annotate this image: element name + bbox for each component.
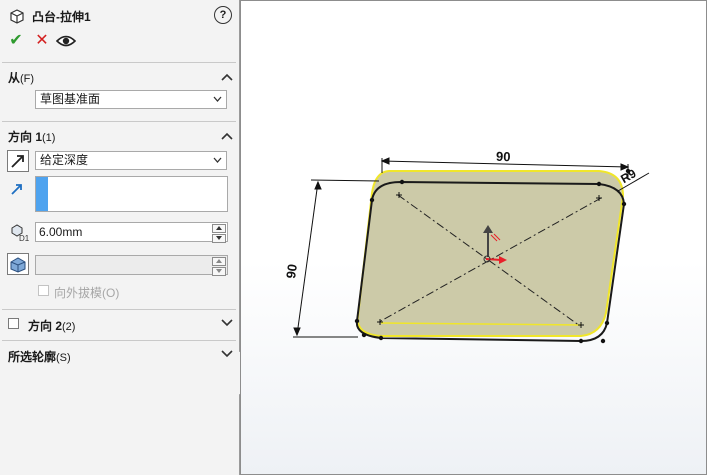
help-icon[interactable]: ?	[214, 6, 232, 24]
cancel-button[interactable]: ✕	[32, 32, 52, 50]
dimension-left-label[interactable]: 90	[283, 263, 300, 279]
property-manager: 凸台-拉伸1 ? ✔ ✕ 从(F) 草图基准面 方向 1(1) 给定深度 D1 …	[0, 0, 240, 475]
graphics-viewport[interactable]: 90 90 R9	[240, 0, 707, 475]
draft-outward-checkbox[interactable]	[38, 285, 49, 296]
draft-toggle-button[interactable]	[7, 253, 29, 275]
chevron-down-icon[interactable]	[221, 349, 233, 359]
reverse-direction-icon	[11, 155, 24, 168]
eye-icon	[55, 35, 77, 47]
direction2-section-title[interactable]: 方向 2(2)	[28, 317, 75, 334]
draft-icon	[10, 257, 26, 273]
start-condition-select[interactable]: 草图基准面	[35, 90, 227, 109]
direction1-section-title[interactable]: 方向 1(1)	[8, 128, 55, 145]
direction-vector-icon	[11, 184, 22, 195]
start-condition-value: 草图基准面	[40, 92, 101, 106]
model-view[interactable]: 90 90 R9	[241, 1, 707, 476]
separator	[2, 340, 236, 341]
direction-selection-box[interactable]	[35, 176, 228, 212]
depth-input[interactable]: 6.00mm	[35, 222, 228, 243]
feature-title: 凸台-拉伸1	[32, 10, 91, 24]
separator	[2, 121, 236, 122]
extrude-feature-icon	[10, 9, 24, 24]
separator	[2, 309, 236, 310]
preview-button[interactable]	[55, 32, 77, 50]
depth-dimension-icon: D1	[11, 224, 30, 242]
reverse-direction-button[interactable]	[7, 150, 29, 172]
chevron-down-icon[interactable]	[221, 318, 233, 328]
feature-header: 凸台-拉伸1 ?	[6, 6, 236, 26]
draft-angle-stepper[interactable]	[212, 257, 226, 276]
separator	[2, 62, 236, 63]
end-condition-value: 给定深度	[40, 153, 89, 167]
direction2-checkbox[interactable]	[8, 318, 19, 329]
extrude-preview-face	[356, 170, 625, 337]
ok-button[interactable]: ✔	[6, 32, 26, 50]
dimension-top-label[interactable]: 90	[496, 149, 511, 164]
depth-stepper[interactable]	[212, 224, 226, 243]
depth-value: 6.00mm	[39, 225, 83, 239]
end-condition-select[interactable]: 给定深度	[35, 151, 227, 170]
chevron-down-icon	[213, 96, 222, 102]
draft-outward-label: 向外拔模(O)	[54, 286, 120, 300]
chevron-down-icon	[213, 157, 222, 163]
selected-contours-section-title[interactable]: 所选轮廓(S)	[8, 348, 71, 365]
from-section-title[interactable]: 从(F)	[8, 69, 34, 86]
draft-angle-input[interactable]	[35, 255, 228, 276]
chevron-up-icon[interactable]	[221, 131, 233, 141]
chevron-up-icon[interactable]	[221, 72, 233, 82]
selection-focus-bar	[36, 177, 48, 211]
svg-text:D1: D1	[19, 234, 30, 242]
